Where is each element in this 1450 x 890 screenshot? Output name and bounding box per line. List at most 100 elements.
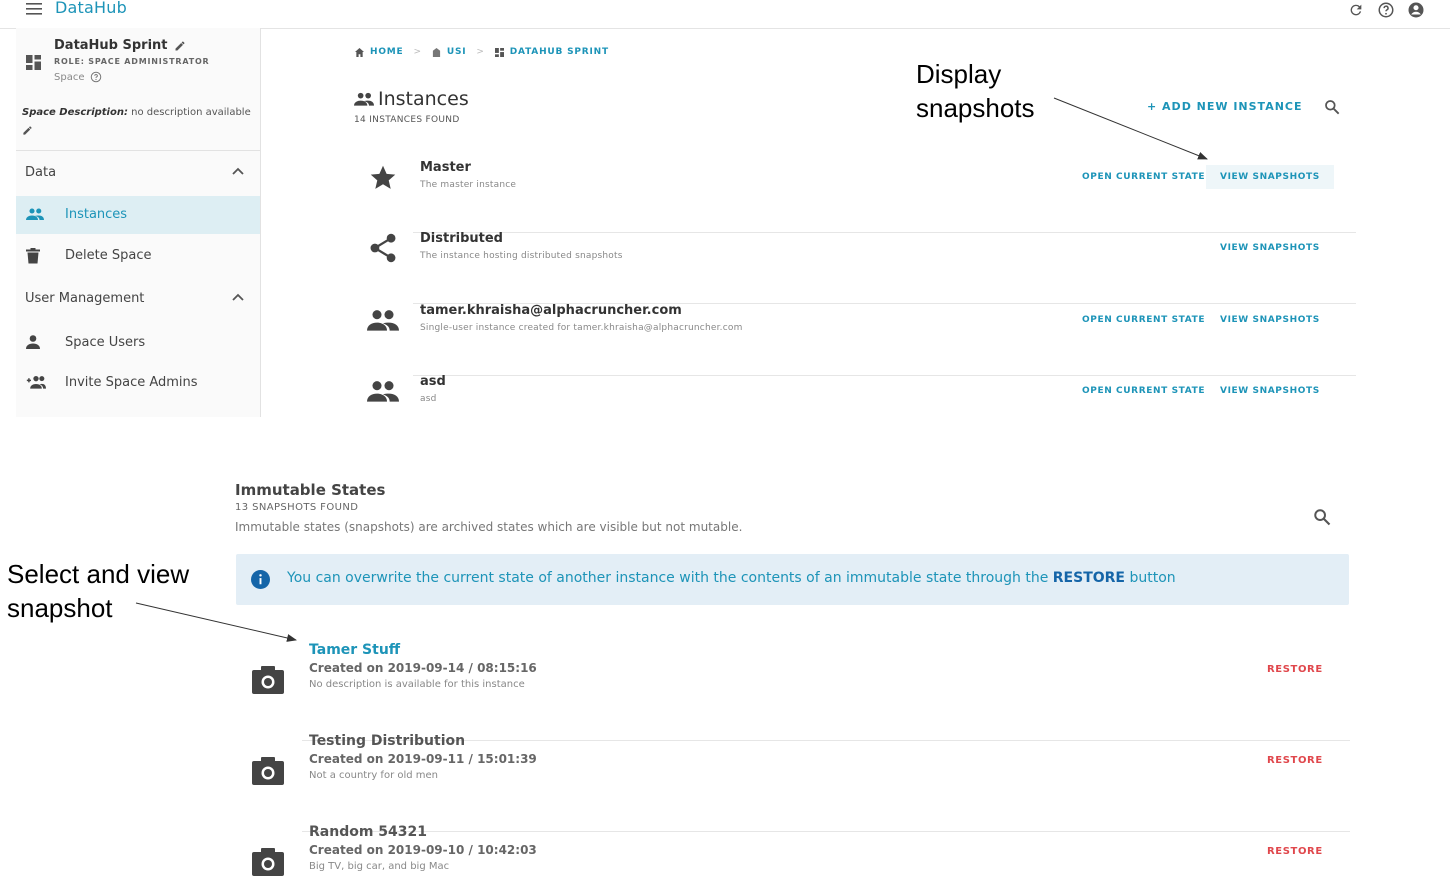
open-current-state-button[interactable]: OPEN CURRENT STATE	[1082, 315, 1205, 325]
instance-row-master: Master The master instance OPEN CURRENT …	[365, 160, 1356, 233]
people-icon	[365, 380, 401, 408]
camera-icon	[250, 756, 286, 786]
camera-icon	[250, 665, 286, 695]
created-value: 2019-09-10 / 10:42:03	[387, 843, 537, 857]
open-current-state-button[interactable]: OPEN CURRENT STATE	[1082, 172, 1205, 182]
chevron-up-icon[interactable]	[232, 293, 244, 301]
instance-description: Single-user instance created for tamer.k…	[420, 323, 743, 333]
section-title: Immutable States	[235, 481, 386, 499]
snapshot-name[interactable]: Testing Distribution	[309, 733, 465, 749]
space-name: DataHub Sprint	[54, 38, 186, 53]
instance-row-tamer: tamer.khraisha@alphacruncher.com Single-…	[365, 303, 1356, 376]
instance-name[interactable]: tamer.khraisha@alphacruncher.com	[420, 303, 682, 318]
breadcrumb-usi[interactable]: USI	[447, 47, 467, 57]
account-icon[interactable]	[1406, 0, 1426, 20]
info-icon	[251, 570, 270, 589]
info-text-bold: RESTORE	[1052, 570, 1125, 586]
section-label: Data	[25, 165, 57, 180]
space-description: Space Description: no description availa…	[22, 107, 251, 118]
sidebar: DataHub Sprint ROLE: SPACE ADMINISTRATOR…	[16, 28, 261, 417]
page-title: Instances	[354, 88, 469, 110]
hamburger-menu-icon[interactable]	[26, 2, 44, 16]
annotation-line: snapshots	[916, 93, 1035, 123]
annotation-line: snapshot	[7, 593, 113, 623]
snapshots-count: 13 SNAPSHOTS FOUND	[235, 502, 359, 513]
person-icon	[26, 335, 44, 351]
snapshot-created: Created on 2019-09-11 / 15:01:39	[309, 752, 537, 766]
created-value: 2019-09-14 / 08:15:16	[387, 661, 537, 675]
view-snapshots-button[interactable]: VIEW SNAPSHOTS	[1206, 165, 1334, 189]
annotation-line: Display	[916, 59, 1002, 89]
created-value: 2019-09-11 / 15:01:39	[387, 752, 537, 766]
snapshot-row: Tamer Stuff Created on 2019-09-14 / 08:1…	[250, 642, 1350, 741]
instance-row-distributed: Distributed The instance hosting distrib…	[365, 231, 1356, 304]
chevron-up-icon[interactable]	[232, 167, 244, 175]
restore-button[interactable]: RESTORE	[1267, 846, 1323, 857]
view-snapshots-button[interactable]: VIEW SNAPSHOTS	[1206, 308, 1334, 332]
instance-description: asd	[420, 394, 437, 404]
snapshot-row: Random 54321 Created on 2019-09-10 / 10:…	[250, 824, 1350, 890]
instance-name[interactable]: Distributed	[420, 231, 503, 246]
sidebar-section-data[interactable]: Data	[16, 158, 260, 188]
sidebar-item-delete-space[interactable]: Delete Space	[16, 237, 260, 275]
dashboard-icon	[494, 47, 504, 57]
snapshot-name[interactable]: Random 54321	[309, 824, 427, 840]
help-icon[interactable]	[1376, 0, 1396, 20]
info-text-before: You can overwrite the current state of a…	[287, 570, 1049, 586]
edit-description-icon[interactable]	[22, 125, 33, 136]
help-circle-icon[interactable]	[90, 71, 102, 83]
instance-name[interactable]: Master	[420, 160, 471, 175]
snapshot-row: Testing Distribution Created on 2019-09-…	[250, 733, 1350, 832]
instances-count: 14 INSTANCES FOUND	[354, 115, 460, 125]
space-type-label: Space	[54, 71, 85, 83]
sidebar-item-label: Space Users	[65, 335, 146, 350]
edit-space-name-icon[interactable]	[174, 40, 186, 52]
people-icon	[365, 309, 401, 337]
snapshot-description: No description is available for this ins…	[309, 679, 525, 690]
instance-row-asd: asd asd OPEN CURRENT STATE VIEW SNAPSHOT…	[365, 374, 1356, 417]
snapshot-description: Not a country for old men	[309, 770, 439, 781]
view-snapshots-button[interactable]: VIEW SNAPSHOTS	[1206, 379, 1334, 403]
building-icon	[432, 47, 440, 57]
info-text-after: button	[1129, 570, 1176, 586]
space-role: ROLE: SPACE ADMINISTRATOR	[54, 57, 210, 66]
people-icon	[354, 92, 374, 106]
snapshot-description: Big TV, big car, and big Mac	[309, 861, 450, 872]
breadcrumb-sprint[interactable]: DATAHUB SPRINT	[510, 47, 609, 57]
page-title-text: Instances	[378, 88, 469, 110]
annotation-display-snapshots: Display snapshots	[916, 57, 1035, 125]
breadcrumb-separator: >	[476, 47, 485, 57]
created-label: Created on	[309, 752, 384, 766]
star-icon	[365, 164, 401, 192]
section-label: User Management	[25, 291, 145, 306]
snapshot-created: Created on 2019-09-14 / 08:15:16	[309, 661, 537, 675]
instance-description: The instance hosting distributed snapsho…	[420, 251, 623, 261]
restore-button[interactable]: RESTORE	[1267, 755, 1323, 766]
annotation-line: Select and view	[7, 559, 190, 589]
home-icon	[355, 47, 364, 57]
annotation-select-snapshot: Select and view snapshot	[7, 557, 189, 625]
restore-button[interactable]: RESTORE	[1267, 664, 1323, 675]
space-description-label: Space Description:	[22, 107, 128, 118]
created-label: Created on	[309, 843, 384, 857]
sidebar-item-invite-space-admins[interactable]: Invite Space Admins	[16, 364, 260, 402]
snapshot-name-link[interactable]: Tamer Stuff	[309, 642, 400, 658]
sidebar-item-label: Instances	[65, 207, 128, 222]
space-name-text: DataHub Sprint	[54, 38, 168, 53]
search-icon[interactable]	[1313, 508, 1331, 526]
group-add-icon	[26, 375, 46, 391]
open-current-state-button[interactable]: OPEN CURRENT STATE	[1082, 386, 1205, 396]
search-icon[interactable]	[1324, 99, 1340, 115]
sidebar-item-instances[interactable]: Instances	[16, 196, 260, 234]
instance-name[interactable]: asd	[420, 374, 446, 389]
breadcrumb-home[interactable]: HOME	[370, 47, 404, 57]
sidebar-item-space-users[interactable]: Space Users	[16, 324, 260, 362]
instance-description: The master instance	[420, 180, 517, 190]
view-snapshots-button[interactable]: VIEW SNAPSHOTS	[1206, 236, 1334, 260]
refresh-icon[interactable]	[1346, 0, 1366, 20]
share-icon	[365, 233, 401, 263]
sidebar-section-user-management[interactable]: User Management	[16, 284, 260, 314]
add-new-instance-button[interactable]: + ADD NEW INSTANCE	[1147, 100, 1303, 113]
info-banner: You can overwrite the current state of a…	[236, 554, 1349, 605]
app-title[interactable]: DataHub	[55, 0, 127, 17]
